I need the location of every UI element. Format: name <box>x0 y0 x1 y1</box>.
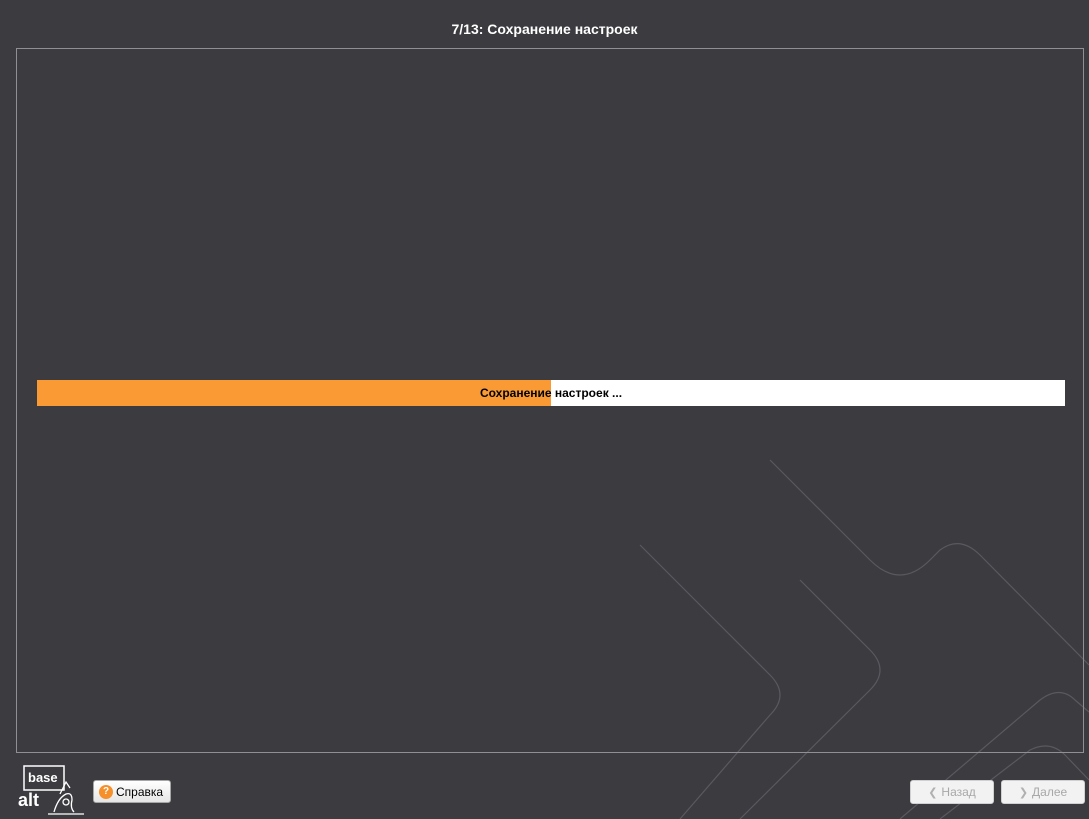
svg-text:alt: alt <box>18 790 39 810</box>
progress-label: Сохранение настроек ... <box>479 386 623 400</box>
window-title: 7/13: Сохранение настроек <box>451 21 638 37</box>
question-circle-icon: ? <box>99 784 113 799</box>
help-button[interactable]: ? Справка <box>93 780 172 803</box>
back-button-label: Назад <box>941 785 976 799</box>
chevron-right-icon: ❯ <box>1018 786 1029 799</box>
next-button-label: Далее <box>1032 785 1068 799</box>
help-button-label: Справка <box>116 784 164 799</box>
back-button[interactable]: ❮ Назад <box>910 780 994 804</box>
svg-text:base: base <box>28 770 58 785</box>
basealt-logo: base alt <box>18 765 84 815</box>
chevron-left-icon: ❮ <box>928 786 938 799</box>
progress-bar: Сохранение настроек ... <box>37 380 1065 406</box>
next-button[interactable]: ❯ Далее <box>1001 780 1085 804</box>
